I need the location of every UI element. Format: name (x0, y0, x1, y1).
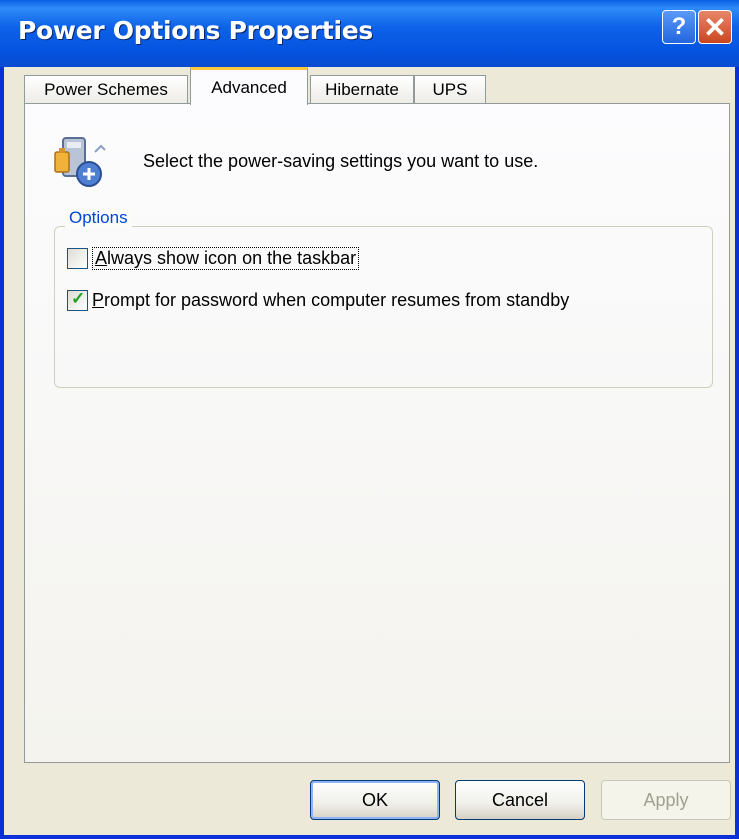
tab-label: UPS (432, 80, 468, 99)
prompt-password-checkbox[interactable]: ✓ (67, 289, 88, 311)
cancel-button[interactable]: Cancel (455, 780, 585, 820)
close-icon: ✕ (703, 11, 727, 43)
prompt-password-label: Prompt for password when computer resume… (92, 290, 570, 310)
description-text: Select the power-saving settings you wan… (143, 151, 539, 171)
tab-advanced[interactable]: Advanced (190, 67, 308, 105)
tab-hibernate[interactable]: Hibernate (310, 75, 414, 104)
checkmark-icon: ✓ (71, 289, 86, 308)
options-group-title: Options (65, 208, 132, 228)
always-show-icon-option[interactable]: Always show icon on the taskbar (67, 247, 360, 270)
tab-label: Advanced (211, 77, 287, 97)
prompt-password-option[interactable]: ✓ Prompt for password when computer resu… (67, 289, 570, 311)
advanced-tab-panel: Select the power-saving settings you wan… (24, 103, 730, 763)
always-show-icon-label: Always show icon on the taskbar (92, 247, 360, 270)
power-options-icon (54, 137, 106, 187)
ok-button[interactable]: OK (310, 780, 440, 820)
tab-label: Hibernate (325, 80, 399, 99)
help-icon: ? (671, 13, 687, 40)
always-show-icon-checkbox[interactable] (67, 248, 88, 269)
tab-label: Power Schemes (44, 80, 168, 99)
power-options-window: Power Options Properties ? ✕ Power Schem… (0, 0, 739, 839)
close-button[interactable]: ✕ (698, 10, 732, 44)
tab-power-schemes[interactable]: Power Schemes (24, 75, 188, 104)
tab-ups[interactable]: UPS (414, 75, 486, 104)
help-button[interactable]: ? (662, 10, 696, 44)
title-bar[interactable]: Power Options Properties ? ✕ (0, 0, 739, 67)
apply-button[interactable]: Apply (601, 780, 731, 820)
window-title: Power Options Properties (18, 16, 373, 45)
